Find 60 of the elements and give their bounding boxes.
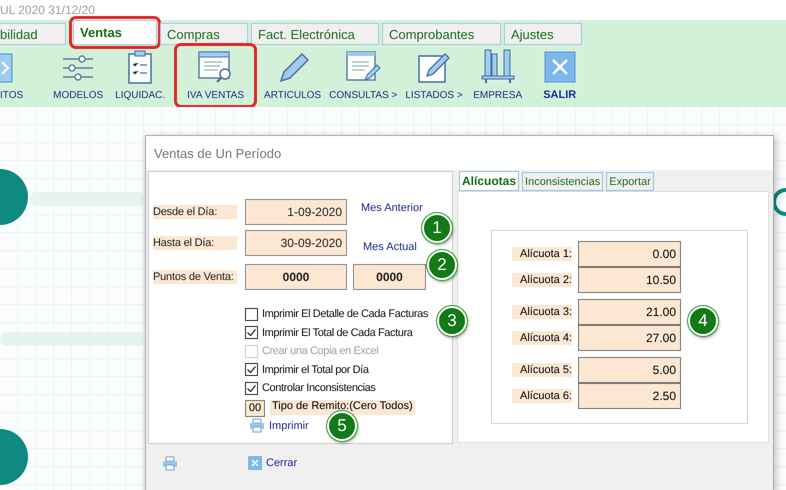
previous-month-link[interactable]: Mes Anterior — [361, 202, 423, 214]
field-label: Desde el Día: — [153, 204, 237, 218]
point-of-sale-field[interactable]: 0000 — [353, 264, 426, 290]
rate-field[interactable]: 27.00 — [578, 325, 681, 351]
toolbar-button[interactable]: ARTICULOS — [260, 50, 326, 105]
rate-label: Alícuota 6: — [512, 389, 572, 403]
panel-tab[interactable]: Alícuotas — [459, 171, 520, 191]
rate-field[interactable]: 10.50 — [578, 267, 681, 293]
field-label: Puntos de Venta: — [153, 270, 237, 284]
close-button[interactable]: Cerrar — [248, 456, 298, 470]
dialog-title: Ventas de Un Período — [146, 136, 773, 170]
bookshelf-icon — [480, 48, 515, 84]
clipboard-icon — [127, 50, 154, 84]
date-field[interactable]: 1-09-2020 — [245, 198, 347, 224]
checkbox[interactable] — [245, 363, 258, 376]
rate-label: Alícuota 1: — [512, 247, 572, 261]
close-icon — [248, 456, 262, 470]
panel-tab[interactable]: Exportar — [606, 172, 654, 191]
checkbox-label: Imprimir El Detalle de Cada Facturas — [262, 308, 428, 320]
rate-label: Alícuota 5: — [512, 363, 572, 377]
rate-field[interactable]: 5.00 — [578, 357, 681, 383]
toolbar-button[interactable]: SALIR — [528, 51, 591, 105]
current-month-link[interactable]: Mes Actual — [363, 240, 417, 252]
rate-label: Alícuota 2: — [512, 273, 572, 287]
rate-label: Alícuota 3: — [512, 305, 572, 319]
close-icon — [544, 51, 576, 83]
toolbar-button[interactable]: EMPRESA — [466, 48, 529, 105]
toolbar-button[interactable]: LISTADOS > — [401, 50, 467, 105]
toolbar-button[interactable]: IVA VENTAS — [177, 46, 254, 105]
checkbox[interactable] — [245, 308, 258, 321]
document-edit-icon — [345, 50, 382, 84]
toolbar-button[interactable]: LIQUIDAC. — [109, 50, 172, 105]
print-button[interactable]: Imprimir — [249, 418, 309, 433]
rate-field[interactable]: 0.00 — [578, 241, 681, 267]
menu-tab[interactable]: bilidad — [0, 23, 66, 45]
toolbar-button[interactable]: ITOS — [0, 52, 28, 105]
checkbox[interactable] — [245, 326, 258, 340]
remito-type-field[interactable]: 00 — [245, 400, 265, 416]
menu-tab[interactable]: Ajustes — [504, 23, 582, 45]
point-of-sale-field[interactable]: 0000 — [245, 264, 347, 290]
toolbar-button[interactable]: MODELOS — [47, 52, 110, 105]
menu-tab[interactable]: Compras — [160, 23, 248, 45]
field-label: Hasta el Día: — [153, 236, 237, 250]
printer-icon — [249, 418, 265, 433]
date-field[interactable]: 30-09-2020 — [245, 230, 347, 256]
panel-tab[interactable]: Inconsistencias — [522, 172, 604, 191]
checkbox-label: Imprimir El Total de Cada Factura — [262, 326, 412, 339]
menu-tab[interactable]: Fact. Electrónica — [251, 23, 379, 45]
field-label: Tipo de Remito:(Cero Todos) — [270, 400, 415, 414]
toolbar-button[interactable]: CONSULTAS > — [325, 50, 402, 105]
menu-tab[interactable]: Comprobantes — [382, 23, 501, 45]
checkbox-label: Crear una Copia en Excel — [262, 345, 378, 358]
arrow-icon — [0, 52, 14, 84]
checkbox-label: Controlar Inconsistencias — [262, 382, 376, 394]
rate-field[interactable]: 21.00 — [578, 299, 681, 325]
checkbox[interactable] — [245, 382, 258, 395]
rate-label: Alícuota 4: — [512, 331, 572, 345]
date-range-text: UL 2020 31/12/20 — [0, 3, 95, 17]
checkbox-label: Imprimir el Total por Día — [262, 364, 369, 376]
rate-field[interactable]: 2.50 — [578, 383, 681, 409]
